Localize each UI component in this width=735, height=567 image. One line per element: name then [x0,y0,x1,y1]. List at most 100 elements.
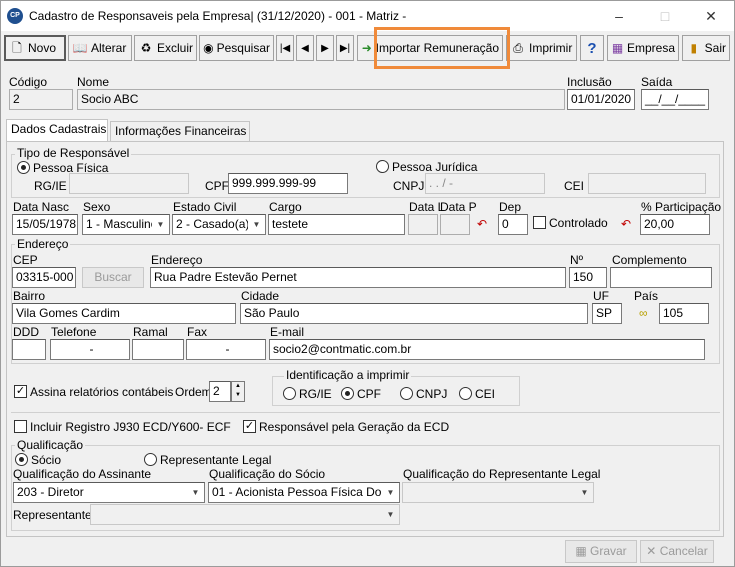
telefone-label: Telefone [51,325,97,339]
gravar-button[interactable]: ▦ Gravar [565,540,637,563]
numero-field[interactable]: 150 [569,267,607,288]
qualificacao-representante-label: Qualificação do Representante Legal [403,467,601,481]
first-record-button[interactable]: |◀ [276,35,294,61]
identificacao-cpf-radio[interactable] [341,387,354,400]
cei-label: CEI [564,179,585,193]
identificacao-cnpj-radio[interactable] [400,387,413,400]
tab-informacoes-financeiras[interactable]: Informações Financeiras [110,121,250,141]
socio-radio[interactable] [15,453,28,466]
toolbar: 🗋 Novo 📖 Alterar ♻ Excluir ◉ Pesquisar |◀ ◀ … [1,31,734,67]
cidade-field[interactable]: São Paulo [240,303,588,324]
cei-field[interactable] [588,173,706,194]
assina-relatorios-checkbox[interactable]: ✓ [14,385,27,398]
maximize-button[interactable]: □ [642,1,688,31]
close-button[interactable]: ✕ [688,1,734,31]
divider [11,412,720,413]
tipo-responsavel-label: Tipo de Responsável [15,146,132,160]
previous-record-button[interactable]: ◀ [296,35,314,61]
controlado-checkbox[interactable] [533,216,546,229]
bairro-label: Bairro [13,289,46,303]
excluir-button[interactable]: ♻ Excluir [134,35,197,61]
uf-field[interactable]: SP [592,303,622,324]
title-bar: CP Cadastro de Responsaveis pela Empresa… [1,1,734,31]
participacao-field[interactable]: 20,00 [640,214,710,235]
cargo-field[interactable]: testete [268,214,405,235]
nome-label: Nome [77,75,110,89]
fax-field[interactable]: - [186,339,266,360]
minimize-button[interactable]: – [596,1,642,31]
sair-button[interactable]: ▮ Sair [682,35,730,61]
buscar-button[interactable]: Buscar [82,267,144,288]
cnpj-label: CNPJ [393,179,425,193]
endereco-label: Endereço [151,253,203,267]
saida-field[interactable]: __/__/____ [641,89,709,110]
fax-label: Fax [187,325,208,339]
ramal-field[interactable] [132,339,184,360]
arrow-down-icon[interactable]: ▼ [232,391,244,400]
cep-field[interactable]: 03315-000 [12,267,76,288]
responsavel-ecd-checkbox[interactable]: ✓ [243,420,256,433]
bairro-field[interactable]: Vila Gomes Cardim [12,303,236,324]
refresh-arrow-icon[interactable]: ↶ [477,217,487,231]
ddd-field[interactable] [12,339,46,360]
telefone-field[interactable]: - [50,339,130,360]
tab-dados-cadastrais[interactable]: Dados Cadastrais [6,119,108,142]
pesquisar-button[interactable]: ◉ Pesquisar [199,35,274,61]
pessoa-fisica-radio[interactable] [17,161,30,174]
data-l-field[interactable] [408,214,438,235]
sexo-select[interactable]: 1 - Masculino ▼ [82,214,170,235]
calendar-icon: ▦ [611,41,624,55]
last-record-button[interactable]: ▶| [336,35,354,61]
refresh-arrow-icon[interactable]: ↶ [621,217,631,231]
data-nasc-field[interactable]: 15/05/1978 [12,214,78,235]
help-button[interactable]: ? [580,35,604,61]
cancelar-button[interactable]: ✕ Cancelar [640,540,714,563]
link-icon[interactable]: ∞ [639,306,648,320]
incluir-registro-checkbox[interactable] [14,420,27,433]
imprimir-button[interactable]: ⎙ Imprimir [506,35,577,61]
cancel-icon: ✕ [646,544,657,558]
ordem-stepper[interactable]: ▲ ▼ [231,381,245,402]
inclusao-field[interactable]: 01/01/2020 [567,89,635,110]
dep-field[interactable]: 0 [498,214,528,235]
rgie-field[interactable] [69,173,189,194]
novo-button[interactable]: 🗋 Novo [4,35,66,61]
first-icon: |◀ [279,42,291,54]
identificacao-cei-radio[interactable] [459,387,472,400]
estado-civil-select[interactable]: 2 - Casado(a) ▼ [172,214,266,235]
qualificacao-socio-select[interactable]: 01 - Acionista Pessoa Física Dom ▼ [208,482,400,503]
endereco-group-label: Endereço [15,237,71,251]
identificacao-rgie-radio[interactable] [283,387,296,400]
inclusao-label: Inclusão [567,75,612,89]
pessoa-juridica-radio[interactable] [376,160,389,173]
representante-label: Representante [13,508,92,522]
codigo-field[interactable]: 2 [9,89,73,110]
alterar-button[interactable]: 📖 Alterar [68,35,132,61]
qualificacao-representante-select[interactable]: ▼ [402,482,594,503]
nome-field[interactable]: Socio ABC [77,89,565,110]
ordem-field[interactable]: 2 [209,381,231,402]
endereco-field[interactable]: Rua Padre Estevão Pernet [150,267,566,288]
empresa-button[interactable]: ▦ Empresa [607,35,679,61]
identificacao-cei-label: CEI [475,387,496,401]
import-icon: ➜ [361,41,372,55]
estado-civil-label: Estado Civil [173,200,237,214]
responsavel-ecd-label: Responsável pela Geração da ECD [259,420,450,434]
identificacao-cnpj-label: CNPJ [416,387,448,401]
representante-legal-radio[interactable] [144,453,157,466]
next-record-button[interactable]: ▶ [316,35,334,61]
data-nasc-label: Data Nasc [13,200,70,214]
cpf-field[interactable]: 999.999.999-99 [228,173,348,194]
data-p-field[interactable] [440,214,470,235]
chevron-down-icon: ▼ [576,483,593,502]
email-field[interactable]: socio2@contmatic.com.br [269,339,705,360]
pais-field[interactable]: 105 [659,303,709,324]
binoculars-icon: ◉ [203,41,214,55]
cnpj-field[interactable]: . . / - [425,173,545,194]
qualificacao-assinante-label: Qualificação do Assinante [13,467,152,481]
qualificacao-assinante-select[interactable]: 203 - Diretor ▼ [13,482,205,503]
complemento-field[interactable] [610,267,712,288]
representante-select[interactable]: ▼ [90,504,400,525]
new-document-icon: 🗋 [12,41,22,55]
arrow-up-icon[interactable]: ▲ [232,382,244,391]
